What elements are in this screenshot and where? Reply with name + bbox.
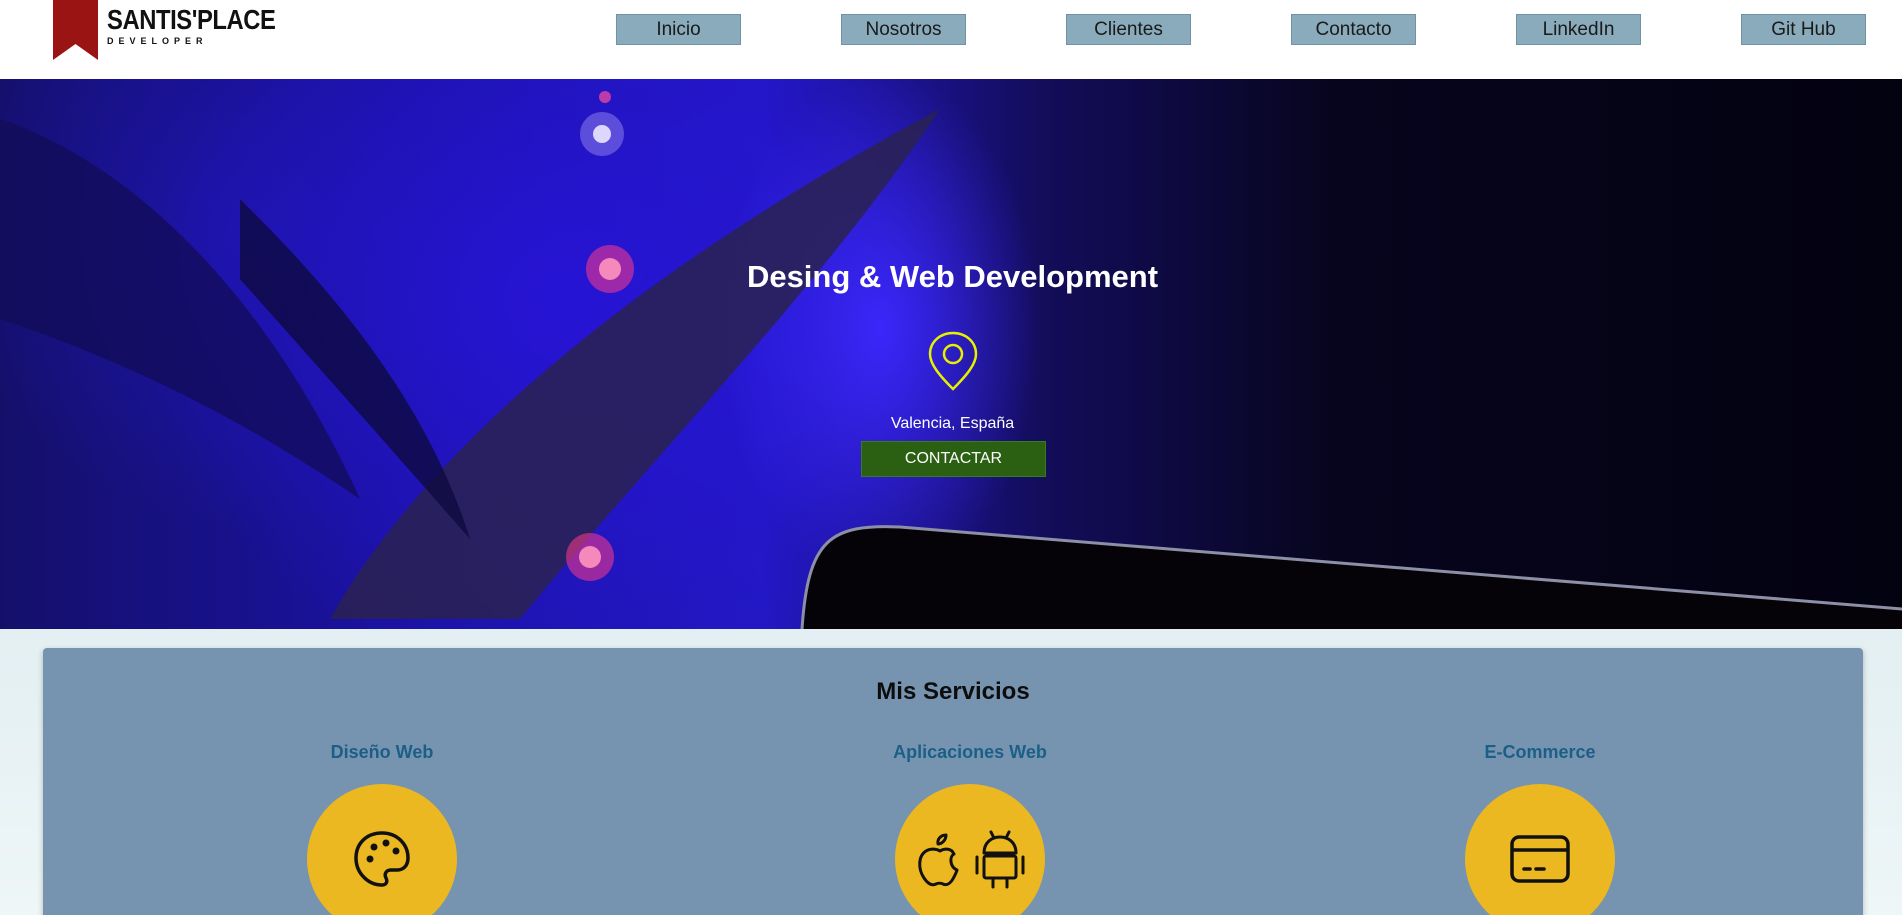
hero-banner: Desing & Web Development Valencia, Españ… [0,79,1902,629]
nav-nosotros-button[interactable]: Nosotros [841,14,966,45]
nav-contacto-button[interactable]: Contacto [1291,14,1416,45]
service-title-diseno-web: Diseño Web [330,742,434,762]
location-text: Valencia, España [890,415,1015,432]
brand-subtitle: DEVELOPER [107,36,208,46]
hero-title: Desing & Web Development [746,259,1159,294]
services-card: Mis Servicios Diseño Web Aplicaciones We… [43,648,1863,915]
brand-name: SANTIS'PLACE [107,4,276,35]
nav-linkedin-button[interactable]: LinkedIn [1516,14,1641,45]
nav-inicio-button[interactable]: Inicio [616,14,741,45]
service-circle-diseno-web [307,784,457,915]
services-title: Mis Servicios [876,678,1030,705]
service-circle-aplicaciones-web [895,784,1045,915]
location-pin-icon [928,331,978,391]
palette-icon [354,831,410,887]
apple-icon [918,833,959,887]
android-icon [975,830,1025,889]
site-header: SANTIS'PLACE DEVELOPER Inicio Nosotros C… [0,0,1902,79]
nav-github-button[interactable]: Git Hub [1741,14,1866,45]
nav-clientes-button[interactable]: Clientes [1066,14,1191,45]
bookmark-ribbon-icon [53,0,98,60]
service-title-aplicaciones-web: Aplicaciones Web [893,742,1047,762]
service-title-e-commerce: E-Commerce [1484,742,1596,762]
service-circle-e-commerce [1465,784,1615,915]
credit-card-icon [1510,835,1570,883]
contactar-button[interactable]: CONTACTAR [861,441,1046,477]
